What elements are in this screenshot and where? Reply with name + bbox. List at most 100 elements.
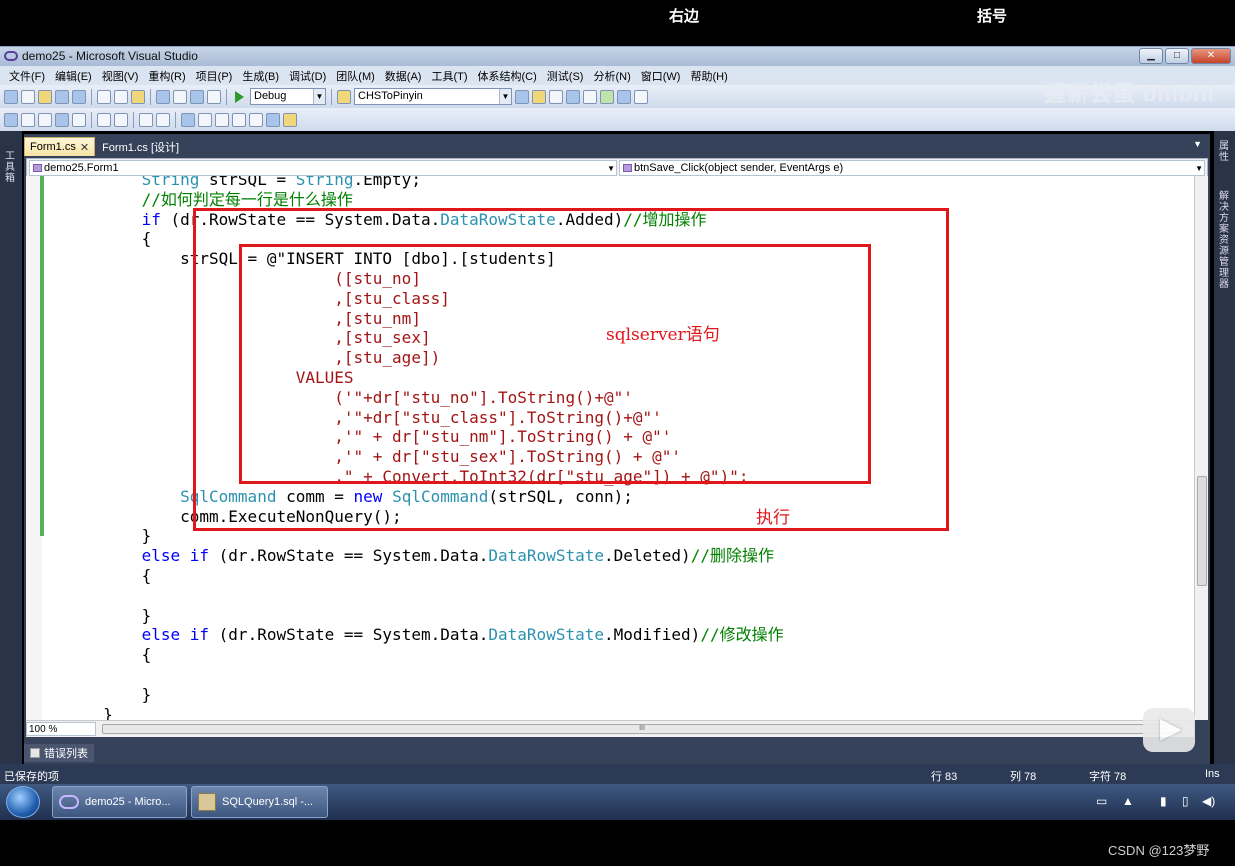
- menu-item[interactable]: 工具(T): [426, 68, 472, 84]
- save-all-icon[interactable]: [72, 89, 86, 104]
- display-icon[interactable]: ▯: [1182, 794, 1189, 808]
- method-icon: [623, 164, 632, 172]
- volume-icon[interactable]: ◀): [1202, 794, 1215, 808]
- find-combo[interactable]: CHSToPinyin ▼: [354, 88, 512, 105]
- start-page-icon[interactable]: [600, 89, 614, 104]
- previous-bookmark-in-folder-icon[interactable]: [232, 112, 246, 127]
- tab-form1-cs[interactable]: Form1.cs ✕: [24, 137, 96, 156]
- menu-item[interactable]: 团队(M): [331, 68, 380, 84]
- save-icon[interactable]: [55, 89, 69, 104]
- minimize-button[interactable]: ▁: [1139, 48, 1163, 64]
- text-editor-toolbar: [0, 108, 1235, 131]
- comment-out-icon[interactable]: [139, 112, 153, 127]
- extension-manager-icon[interactable]: [617, 89, 631, 104]
- new-project-icon[interactable]: [4, 89, 18, 104]
- bilibili-watermark: 握薪尝蛋 bilibili: [1044, 81, 1215, 106]
- clear-bookmarks-icon[interactable]: [266, 112, 280, 127]
- toolbox-icon[interactable]: [583, 89, 597, 104]
- parameter-info-icon[interactable]: [21, 112, 35, 127]
- chevron-down-icon: ▼: [313, 89, 325, 104]
- caption-left: 右边: [669, 8, 700, 25]
- cursor-pointer-icon[interactable]: [283, 112, 297, 127]
- error-list-tab[interactable]: 错误列表: [24, 744, 94, 762]
- windows-taskbar: demo25 - Micro... SQLQuery1.sql -... ▭ ▲…: [0, 784, 1235, 820]
- next-bookmark-icon[interactable]: [215, 112, 229, 127]
- network-icon[interactable]: ▮: [1160, 794, 1167, 808]
- document-tabs: Form1.cs ✕ Form1.cs [设计] ▼: [24, 136, 1210, 156]
- complete-word-icon[interactable]: [38, 112, 52, 127]
- next-bookmark-in-folder-icon[interactable]: [249, 112, 263, 127]
- status-line: 行 83: [931, 771, 958, 783]
- display-word-completion-icon[interactable]: [72, 112, 86, 127]
- close-button[interactable]: ✕: [1191, 48, 1231, 64]
- solution-explorer-tab[interactable]: 解决方案资源管理器: [1217, 191, 1231, 290]
- quick-info-icon[interactable]: [4, 112, 18, 127]
- menu-item[interactable]: 体系结构(C): [473, 68, 542, 84]
- menu-item[interactable]: 测试(S): [542, 68, 589, 84]
- menu-item[interactable]: 调试(D): [284, 68, 331, 84]
- object-browser-icon[interactable]: [566, 89, 580, 104]
- code-line: else if (dr.RowState == System.Data.Data…: [141, 625, 784, 645]
- find-icon[interactable]: [337, 89, 351, 104]
- menu-item[interactable]: 分析(N): [588, 68, 635, 84]
- maximize-button[interactable]: □: [1165, 48, 1189, 64]
- properties-icon[interactable]: [549, 89, 563, 104]
- taskbar-item-label: SQLQuery1.sql -...: [222, 796, 314, 808]
- separator: [91, 88, 92, 105]
- start-button[interactable]: [6, 786, 40, 818]
- find-in-files-icon[interactable]: [515, 89, 529, 104]
- tray-expand-icon[interactable]: ▲: [1122, 794, 1134, 808]
- menu-item[interactable]: 数据(A): [380, 68, 427, 84]
- copy-icon[interactable]: [114, 89, 128, 104]
- csdn-watermark: CSDN @123梦野: [1108, 843, 1210, 858]
- code-line: {: [26, 229, 152, 249]
- previous-bookmark-icon[interactable]: [198, 112, 212, 127]
- menu-item[interactable]: 生成(B): [237, 68, 284, 84]
- menu-item[interactable]: 帮助(H): [685, 68, 732, 84]
- find-value: CHSToPinyin: [358, 90, 423, 102]
- decrease-indent-icon[interactable]: [97, 112, 111, 127]
- member-combo[interactable]: btnSave_Click(object sender, EventArgs e…: [619, 160, 1205, 176]
- menu-item[interactable]: 项目(P): [191, 68, 238, 84]
- tab-form1-designer[interactable]: Form1.cs [设计]: [97, 137, 184, 156]
- zoom-combo[interactable]: 100 %: [26, 722, 96, 736]
- status-bar: 已保存的项 行 83 列 78 字符 78 Ins: [0, 764, 1235, 784]
- taskbar-item-sqlquery[interactable]: SQLQuery1.sql -...: [191, 786, 328, 818]
- keyboard-icon[interactable]: ▭: [1096, 794, 1107, 808]
- navigate-forward-icon[interactable]: [207, 89, 221, 104]
- toolbox-tab[interactable]: 工具箱: [3, 151, 17, 184]
- properties-tab[interactable]: 属性: [1217, 141, 1231, 163]
- add-item-icon[interactable]: [21, 89, 35, 104]
- title-bar: demo25 - Microsoft Visual Studio ▁ □ ✕: [0, 46, 1235, 66]
- code-line: }: [26, 704, 113, 720]
- menu-item[interactable]: 文件(F): [4, 68, 50, 84]
- chevron-down-icon[interactable]: ▼: [1193, 139, 1202, 149]
- menu-item[interactable]: 窗口(W): [636, 68, 686, 84]
- navigate-backward-icon[interactable]: [190, 89, 204, 104]
- open-file-icon[interactable]: [38, 89, 52, 104]
- paste-icon[interactable]: [131, 89, 145, 104]
- start-debugging-icon[interactable]: [235, 90, 244, 103]
- taskbar-item-visual-studio[interactable]: demo25 - Micro...: [52, 786, 187, 818]
- menu-item[interactable]: 编辑(E): [50, 68, 97, 84]
- solution-config-select[interactable]: Debug ▼: [250, 88, 326, 105]
- horizontal-scroll-thumb[interactable]: III: [102, 724, 1182, 734]
- annotation-sqlserver: sqlserver语句: [606, 325, 720, 345]
- command-window-icon[interactable]: [634, 89, 648, 104]
- menu-item[interactable]: 重构(R): [143, 68, 190, 84]
- uncomment-icon[interactable]: [156, 112, 170, 127]
- close-icon[interactable]: ✕: [80, 141, 89, 154]
- config-value: Debug: [254, 90, 287, 102]
- solution-explorer-icon[interactable]: [532, 89, 546, 104]
- increase-indent-icon[interactable]: [114, 112, 128, 127]
- video-play-button[interactable]: [1143, 708, 1195, 752]
- menu-item[interactable]: 视图(V): [97, 68, 144, 84]
- cut-icon[interactable]: [97, 89, 111, 104]
- scroll-thumb[interactable]: [1197, 476, 1207, 586]
- vertical-scrollbar[interactable]: [1194, 176, 1208, 720]
- redo-icon[interactable]: [173, 89, 187, 104]
- list-members-icon[interactable]: [55, 112, 69, 127]
- undo-icon[interactable]: [156, 89, 170, 104]
- class-combo[interactable]: demo25.Form1 ▼: [29, 160, 617, 176]
- toggle-bookmark-icon[interactable]: [181, 112, 195, 127]
